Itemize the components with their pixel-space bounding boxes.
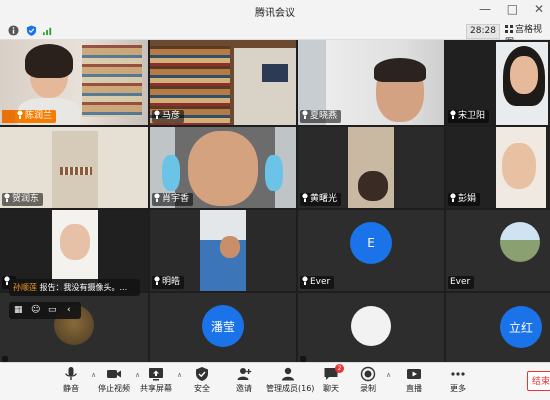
- record-icon: [360, 366, 376, 382]
- info-icon[interactable]: [8, 25, 19, 36]
- video-tile[interactable]: 肖宇香: [150, 127, 296, 208]
- meeting-timer: 28:28: [466, 24, 500, 39]
- participant-name: 夏晓燕: [300, 110, 342, 123]
- video-tile[interactable]: 马彦: [150, 40, 296, 125]
- bottom-toolbar: 静音 ∧ 停止视频 ∧ 共享屏幕 ∧ 安全 邀请 管理成员(16) 聊天 2 录…: [0, 362, 550, 400]
- video-tile[interactable]: 宋卫阳: [446, 40, 550, 125]
- close-button[interactable]: ✕: [534, 2, 544, 16]
- collapse-icon[interactable]: ‹: [67, 305, 71, 315]
- emoji-icon[interactable]: ☺: [31, 305, 40, 315]
- invite-icon: [237, 368, 252, 380]
- video-tile[interactable]: 陈润兰: [0, 40, 148, 125]
- chat-sender: 孙顺莲: [13, 283, 37, 292]
- share-screen-icon: [149, 368, 163, 381]
- participant-name: Ever: [300, 276, 335, 289]
- participant-avatar: E: [350, 222, 392, 264]
- more-button[interactable]: 更多: [436, 366, 480, 394]
- microphone-icon: [302, 276, 308, 285]
- microphone-icon: [154, 276, 160, 285]
- live-icon: [407, 369, 421, 379]
- chat-message-popup[interactable]: 孙顺莲 报告：我没有摄像头。...: [9, 279, 140, 296]
- microphone-icon: [450, 193, 456, 202]
- microphone-icon: [154, 110, 160, 119]
- grid-view-icon: [505, 25, 513, 33]
- shield-icon: [196, 367, 208, 381]
- microphone-icon: [17, 110, 23, 119]
- layout-icon[interactable]: ▦: [14, 305, 23, 315]
- more-icon: [451, 372, 465, 376]
- participant-avatar: [500, 222, 540, 262]
- manage-members-button[interactable]: 管理成员(16): [266, 366, 314, 394]
- maximize-button[interactable]: □: [507, 2, 518, 16]
- video-tile[interactable]: 贺润东: [0, 127, 148, 208]
- participant-name: 陈润兰: [2, 110, 57, 123]
- video-tile[interactable]: E Ever: [298, 210, 444, 291]
- invite-button[interactable]: 邀请: [222, 366, 266, 394]
- participant-name: 宋卫阳: [448, 110, 490, 123]
- stop-video-button[interactable]: 停止视频: [92, 366, 136, 394]
- participant-avatar: [351, 306, 391, 346]
- record-button[interactable]: 录制: [346, 366, 390, 394]
- participant-name: 贺润东: [2, 193, 44, 206]
- participant-avatar: 立红: [500, 306, 542, 348]
- chat-unread-badge: 2: [335, 364, 344, 373]
- chat-message: 报告：我没有摄像头。...: [39, 283, 128, 292]
- video-tile[interactable]: 明皓: [150, 210, 296, 291]
- participant-name: 彭娟: [448, 193, 481, 206]
- microphone-icon: [65, 367, 77, 380]
- meeting-info-bar: 28:28 宫格视图: [0, 22, 550, 48]
- participant-name: 黄曙光: [300, 193, 342, 206]
- microphone-icon: [450, 110, 456, 119]
- window-controls: — □ ✕: [467, 2, 544, 16]
- participant-avatar: 潘莹: [202, 305, 244, 347]
- video-tile[interactable]: 潘莹: [150, 293, 296, 362]
- microphone-icon: [302, 110, 308, 119]
- record-options-caret[interactable]: ∧: [386, 371, 391, 379]
- video-tile[interactable]: [298, 293, 444, 362]
- title-bar: 腾讯会议 — □ ✕: [0, 0, 550, 22]
- members-icon: [282, 367, 294, 381]
- video-tile[interactable]: 彭娟: [446, 127, 550, 208]
- participant-name: 肖宇香: [152, 193, 194, 206]
- video-tile[interactable]: Ever: [446, 210, 550, 291]
- microphone-icon: [154, 193, 160, 202]
- video-tile[interactable]: 立红: [446, 293, 550, 362]
- chat-bubble-icon[interactable]: ▭: [48, 305, 57, 315]
- video-tile[interactable]: 夏晓燕: [298, 40, 444, 125]
- live-button[interactable]: 直播: [392, 366, 436, 394]
- video-tile[interactable]: 黄曙光: [298, 127, 444, 208]
- camera-icon: [107, 370, 121, 378]
- microphone-icon: [4, 193, 10, 202]
- participant-name: 明皓: [152, 276, 185, 289]
- minimize-button[interactable]: —: [479, 2, 491, 16]
- chat-tools: ▦ ☺ ▭ ‹: [9, 302, 81, 319]
- participant-name: 马彦: [152, 110, 185, 123]
- security-shield-icon[interactable]: [26, 25, 37, 36]
- share-screen-button[interactable]: 共享屏幕: [134, 366, 178, 394]
- end-meeting-button[interactable]: 结束: [527, 371, 550, 391]
- mute-button[interactable]: 静音: [49, 366, 93, 394]
- participant-name: Ever: [448, 276, 475, 289]
- microphone-icon: [302, 193, 308, 202]
- signal-strength-icon[interactable]: [42, 25, 53, 36]
- security-button[interactable]: 安全: [180, 366, 224, 394]
